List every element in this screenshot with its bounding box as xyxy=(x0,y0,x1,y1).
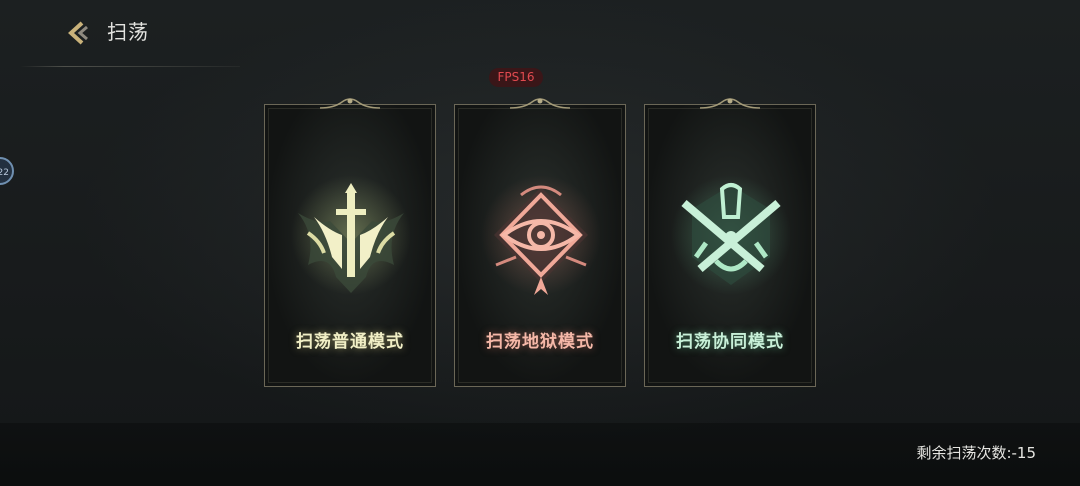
sweep-screen: 扫荡 22 FPS16 扫荡普通模式 扫荡地狱模式 扫荡协同模式 剩余扫荡次数:… xyxy=(0,0,1080,486)
mode-label-coop: 扫荡协同模式 xyxy=(676,332,784,352)
back-arrow-icon xyxy=(68,21,88,45)
card-top-ornament xyxy=(699,98,761,109)
remaining-sweeps: 剩余扫荡次数:-15 xyxy=(916,442,1036,464)
mode-label-hell: 扫荡地狱模式 xyxy=(486,332,594,352)
card-top-ornament xyxy=(509,98,571,109)
remaining-sweeps-value: -15 xyxy=(1011,444,1037,462)
mode-label-normal: 扫荡普通模式 xyxy=(296,332,404,352)
mode-card-hell[interactable]: 扫荡地狱模式 xyxy=(454,98,626,387)
back-button[interactable] xyxy=(62,18,92,48)
sword-crest-icon xyxy=(291,175,411,295)
page-title: 扫荡 xyxy=(107,20,149,44)
remaining-sweeps-label: 剩余扫荡次数: xyxy=(916,444,1012,462)
fps-badge: FPS16 xyxy=(489,68,543,87)
mode-card-normal[interactable]: 扫荡普通模式 xyxy=(264,98,436,387)
header-divider xyxy=(20,66,240,67)
crossed-swords-crest-icon xyxy=(671,175,791,295)
eye-crest-icon xyxy=(481,175,601,295)
card-top-ornament xyxy=(319,98,381,109)
side-avatar-badge[interactable]: 22 xyxy=(0,157,14,185)
mode-card-coop[interactable]: 扫荡协同模式 xyxy=(644,98,816,387)
